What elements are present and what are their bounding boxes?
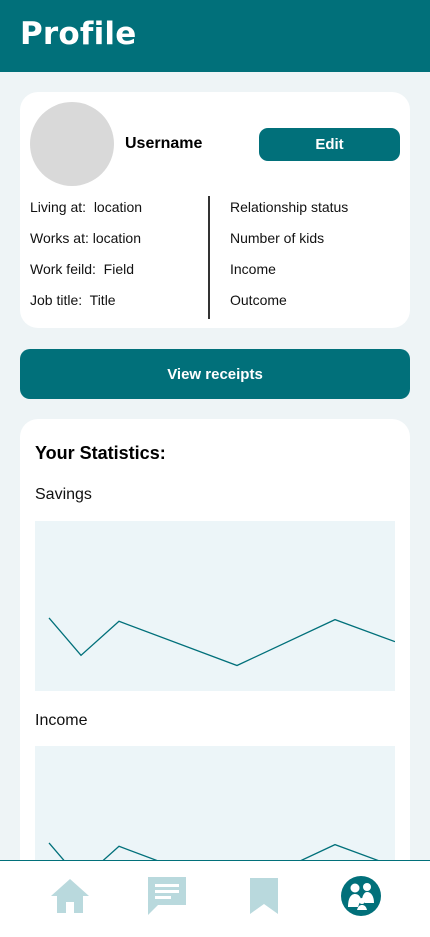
savings-chart-svg <box>48 617 395 667</box>
username: Username <box>125 135 203 152</box>
job-title-info: Job title: Title <box>30 292 116 308</box>
personal-info-list: Living at: location Works at: location W… <box>30 198 142 322</box>
series-line <box>48 617 395 667</box>
relationship-status-info: Relationship status <box>230 199 349 215</box>
nav-saved[interactable] <box>234 861 294 931</box>
page-title: Profile <box>20 16 137 52</box>
profile-card: Username Edit Living at: location Works … <box>20 92 410 328</box>
savings-chart[interactable] <box>35 521 395 691</box>
info-divider <box>208 196 210 319</box>
chat-icon <box>148 877 186 915</box>
nav-profile[interactable] <box>331 861 391 931</box>
avatar[interactable] <box>30 102 114 186</box>
family-info-list: Relationship status Number of kids Incom… <box>230 198 348 322</box>
app-header: Profile <box>0 0 430 72</box>
bookmark-icon <box>250 878 278 914</box>
number-of-kids-info: Number of kids <box>230 230 325 246</box>
edit-profile-button[interactable]: Edit <box>259 128 400 161</box>
income-info: Income <box>230 261 276 277</box>
work-field-info: Work feild: Field <box>30 261 134 277</box>
outcome-info: Outcome <box>230 292 287 308</box>
home-icon <box>51 879 89 913</box>
savings-chart-label: Savings <box>35 486 92 503</box>
statistics-title: Your Statistics: <box>35 443 166 463</box>
view-receipts-button[interactable]: View receipts <box>20 349 410 399</box>
family-profile-icon <box>341 876 381 916</box>
living-at-info: Living at: location <box>30 199 143 215</box>
works-at-info: Works at: location <box>30 230 142 246</box>
nav-home[interactable] <box>40 861 100 931</box>
income-chart-label: Income <box>35 712 88 729</box>
nav-messages[interactable] <box>137 861 197 931</box>
bottom-navigation <box>0 860 430 937</box>
